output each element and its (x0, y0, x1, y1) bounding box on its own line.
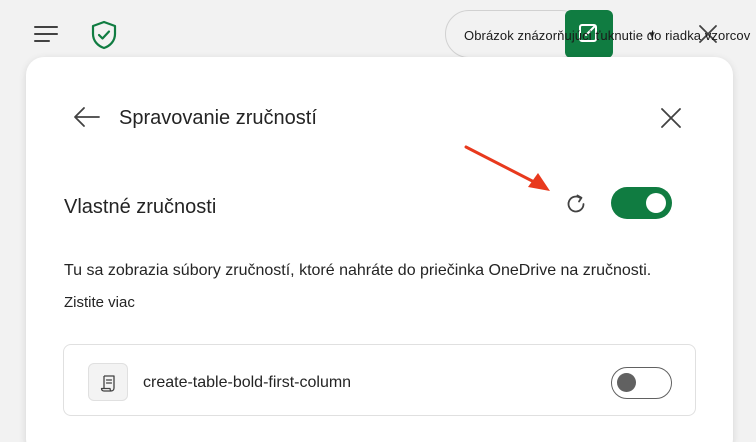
learn-more-link[interactable]: Zistite viac (64, 294, 135, 311)
script-icon (88, 363, 128, 401)
annotation-arrow-icon (464, 145, 550, 191)
refresh-button[interactable] (562, 190, 590, 218)
app-topbar: ▼ Obrázok znázorňujúci ťuknutie do riadk… (0, 0, 756, 60)
skill-card: create-table-bold-first-column (63, 344, 696, 416)
toggle-knob (646, 193, 666, 213)
hamburger-icon[interactable] (34, 24, 60, 44)
image-alt-tooltip: Obrázok znázorňujúci ťuknutie do riadka … (464, 28, 751, 43)
shield-check-icon[interactable] (90, 20, 118, 50)
custom-skills-description: Tu sa zobrazia súbory zručností, ktoré n… (64, 262, 652, 279)
custom-skills-toggle[interactable] (611, 187, 672, 219)
dialog-title: Spravovanie zručností (119, 107, 317, 129)
custom-skills-title: Vlastné zručnosti (64, 196, 217, 218)
back-button[interactable] (72, 105, 102, 129)
dialog-close-button[interactable] (658, 105, 684, 131)
skill-toggle[interactable] (611, 367, 672, 399)
toggle-knob (617, 373, 636, 392)
skill-name: create-table-bold-first-column (143, 374, 352, 391)
manage-skills-dialog: Spravovanie zručností Vlastné zručnosti … (26, 57, 733, 442)
